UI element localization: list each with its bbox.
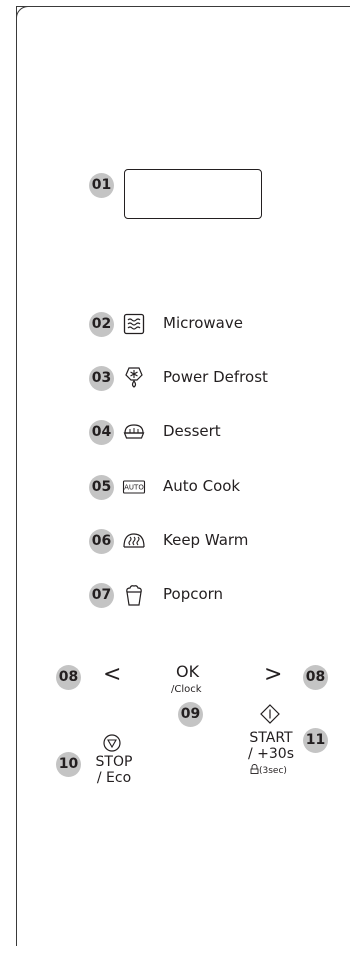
mode-label: Keep Warm	[163, 531, 249, 549]
badge-11: 11	[303, 728, 328, 753]
start-button[interactable]: START / +30s	[245, 730, 297, 763]
plus30s-label: / +30s	[247, 746, 294, 762]
clock-label: /Clock	[171, 684, 202, 695]
mode-label: Popcorn	[163, 585, 224, 603]
badge-08-right: 08	[303, 665, 328, 690]
popcorn-icon	[126, 585, 142, 606]
panel-left-edge	[16, 6, 17, 946]
left-arrow-button[interactable]: <	[103, 662, 121, 687]
stop-label: STOP	[95, 754, 133, 770]
display-screen	[124, 169, 262, 219]
mode-label: Microwave	[163, 314, 243, 332]
panel-top-edge	[16, 6, 350, 7]
badge-02: 02	[89, 312, 114, 337]
lock-hint-text: (3sec)	[259, 766, 287, 776]
badge-04: 04	[89, 420, 114, 445]
auto-cook-icon: AUTO	[122, 480, 146, 494]
badge-07: 07	[89, 583, 114, 608]
badge-08-left: 08	[56, 665, 81, 690]
mode-label: Power Defrost	[163, 368, 268, 386]
stop-icon	[103, 734, 121, 752]
badge-06: 06	[89, 529, 114, 554]
badge-01: 01	[89, 173, 114, 198]
dessert-icon	[123, 424, 145, 439]
eco-label: / Eco	[96, 770, 132, 786]
lock-hint: (3sec)	[250, 764, 287, 776]
panel-corner	[16, 6, 31, 21]
microwave-icon	[123, 313, 145, 335]
keep-warm-icon	[123, 533, 145, 548]
badge-05: 05	[89, 475, 114, 500]
mode-label: Dessert	[163, 422, 221, 440]
auto-icon-text: AUTO	[124, 484, 144, 492]
power-defrost-icon	[125, 367, 143, 388]
lock-icon	[250, 764, 259, 774]
stop-eco-button[interactable]: STOP / Eco	[90, 754, 138, 787]
ok-label[interactable]: OK	[176, 662, 199, 681]
start-icon	[260, 704, 280, 724]
badge-03: 03	[89, 366, 114, 391]
badge-09: 09	[178, 702, 203, 727]
start-label: START	[249, 730, 293, 746]
badge-10: 10	[56, 752, 81, 777]
mode-label: Auto Cook	[163, 477, 241, 495]
right-arrow-button[interactable]: >	[264, 662, 282, 687]
